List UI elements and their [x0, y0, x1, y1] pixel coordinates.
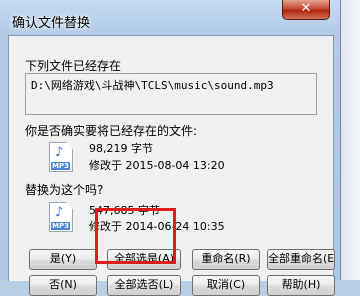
help-button[interactable]: 帮助(H)	[267, 275, 335, 296]
existing-file-size: 98,219 字节	[89, 142, 153, 155]
rename-button[interactable]: 重命名(R)	[192, 249, 260, 270]
replace-with-label: 替换为这个吗?	[25, 183, 104, 197]
no-button[interactable]: 否(N)	[29, 275, 97, 296]
yes-button[interactable]: 是(Y)	[29, 249, 97, 270]
mp3-file-icon: ♪ MP3	[49, 142, 73, 172]
replace-question: 你是否确实要将已经存在的文件:	[25, 124, 198, 138]
highlight-box	[95, 208, 176, 264]
exists-label: 下列文件已经存在	[25, 59, 122, 73]
mp3-file-icon: ♪ MP3	[49, 202, 73, 232]
existing-file-modified: 修改于 2015-08-04 13:20	[89, 159, 225, 172]
dialog-frame: 确认文件替换 ✕ 下列文件已经存在 D:\网络游戏\斗战神\TCLS\music…	[0, 0, 341, 296]
file-path: D:\网络游戏\斗战神\TCLS\music\sound.mp3	[31, 79, 274, 92]
no-to-all-button[interactable]: 全部选否(L)	[107, 275, 181, 296]
close-icon: ✕	[300, 1, 312, 16]
close-button[interactable]: ✕	[282, 0, 330, 20]
background-window	[341, 0, 360, 280]
window-title: 确认文件替换	[12, 16, 91, 31]
rename-all-button[interactable]: 全部重命名(E)	[267, 249, 335, 270]
cancel-button[interactable]: 取消(C)	[192, 275, 260, 296]
path-box: D:\网络游戏\斗战神\TCLS\music\sound.mp3	[25, 73, 317, 115]
